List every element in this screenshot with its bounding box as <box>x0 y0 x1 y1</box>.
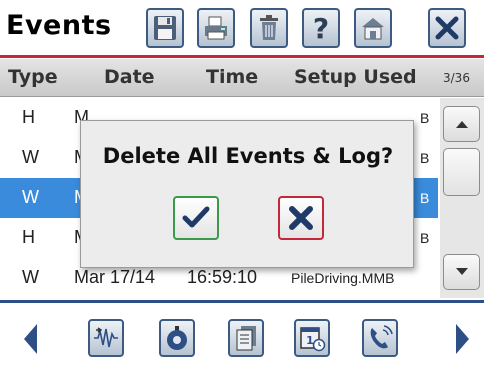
cancel-button[interactable] <box>278 196 324 240</box>
row-date: Mar 17/14 <box>74 267 156 287</box>
house-icon <box>362 18 384 40</box>
calendar-button[interactable]: 1 <box>294 319 330 357</box>
row-setup: B <box>420 110 430 126</box>
header: Events ? <box>0 0 484 58</box>
waveform-icon <box>94 327 118 348</box>
row-setup: PileDriving.MMB <box>291 270 395 286</box>
calendar-clock-icon: 1 <box>300 327 326 352</box>
column-header: Type Date Time Setup Used 3/36 <box>0 59 484 97</box>
triangle-down-icon <box>455 268 468 275</box>
question-mark-icon: ? <box>313 13 329 43</box>
previous-arrow-icon[interactable] <box>22 323 38 355</box>
floppy-disk-icon <box>154 16 176 40</box>
home-button[interactable] <box>354 8 392 48</box>
page-counter: 3/36 <box>443 71 470 85</box>
close-x-icon <box>435 16 459 40</box>
row-type: W <box>22 147 39 167</box>
row-setup: B <box>420 150 430 166</box>
checkmark-icon <box>182 206 210 228</box>
geophone-icon <box>167 326 187 350</box>
row-setup: B <box>420 230 430 246</box>
delete-button[interactable] <box>250 8 288 48</box>
row-type: H <box>22 227 35 247</box>
trash-icon <box>260 15 278 40</box>
svg-text:1: 1 <box>306 334 314 347</box>
row-time: 16:59:10 <box>187 267 258 287</box>
phone-icon <box>370 325 393 349</box>
scrollbar[interactable] <box>440 98 484 298</box>
phone-button[interactable] <box>362 319 398 357</box>
help-button[interactable]: ? <box>302 8 340 48</box>
row-type: W <box>22 267 39 287</box>
confirm-button[interactable] <box>173 196 219 240</box>
triangle-up-icon <box>455 121 468 128</box>
printer-icon <box>205 16 227 40</box>
scroll-up-button[interactable] <box>443 106 480 142</box>
dialog-message: Delete All Events & Log? <box>102 144 394 168</box>
row-type: H <box>22 107 35 127</box>
save-button[interactable] <box>146 8 184 48</box>
header-divider <box>0 55 484 58</box>
row-setup: B <box>420 190 430 206</box>
sensor-button[interactable] <box>159 319 195 357</box>
svg-text:?: ? <box>313 13 329 43</box>
waveform-button[interactable] <box>88 319 124 357</box>
column-time[interactable]: Time <box>206 66 258 88</box>
page-title: Events <box>6 10 112 41</box>
documents-button[interactable] <box>228 319 264 357</box>
column-type[interactable]: Type <box>8 66 58 88</box>
scroll-thumb[interactable] <box>443 148 480 196</box>
confirm-dialog: Delete All Events & Log? <box>80 120 414 268</box>
documents-icon <box>236 326 256 351</box>
close-x-icon <box>289 206 313 230</box>
column-setup-used[interactable]: Setup Used <box>294 66 417 88</box>
scroll-down-button[interactable] <box>443 254 480 290</box>
column-date[interactable]: Date <box>104 66 155 88</box>
next-arrow-icon[interactable] <box>455 323 471 355</box>
close-button[interactable] <box>428 8 466 48</box>
row-type: W <box>22 187 39 207</box>
footer-toolbar: 1 <box>0 303 484 365</box>
print-button[interactable] <box>197 8 235 48</box>
